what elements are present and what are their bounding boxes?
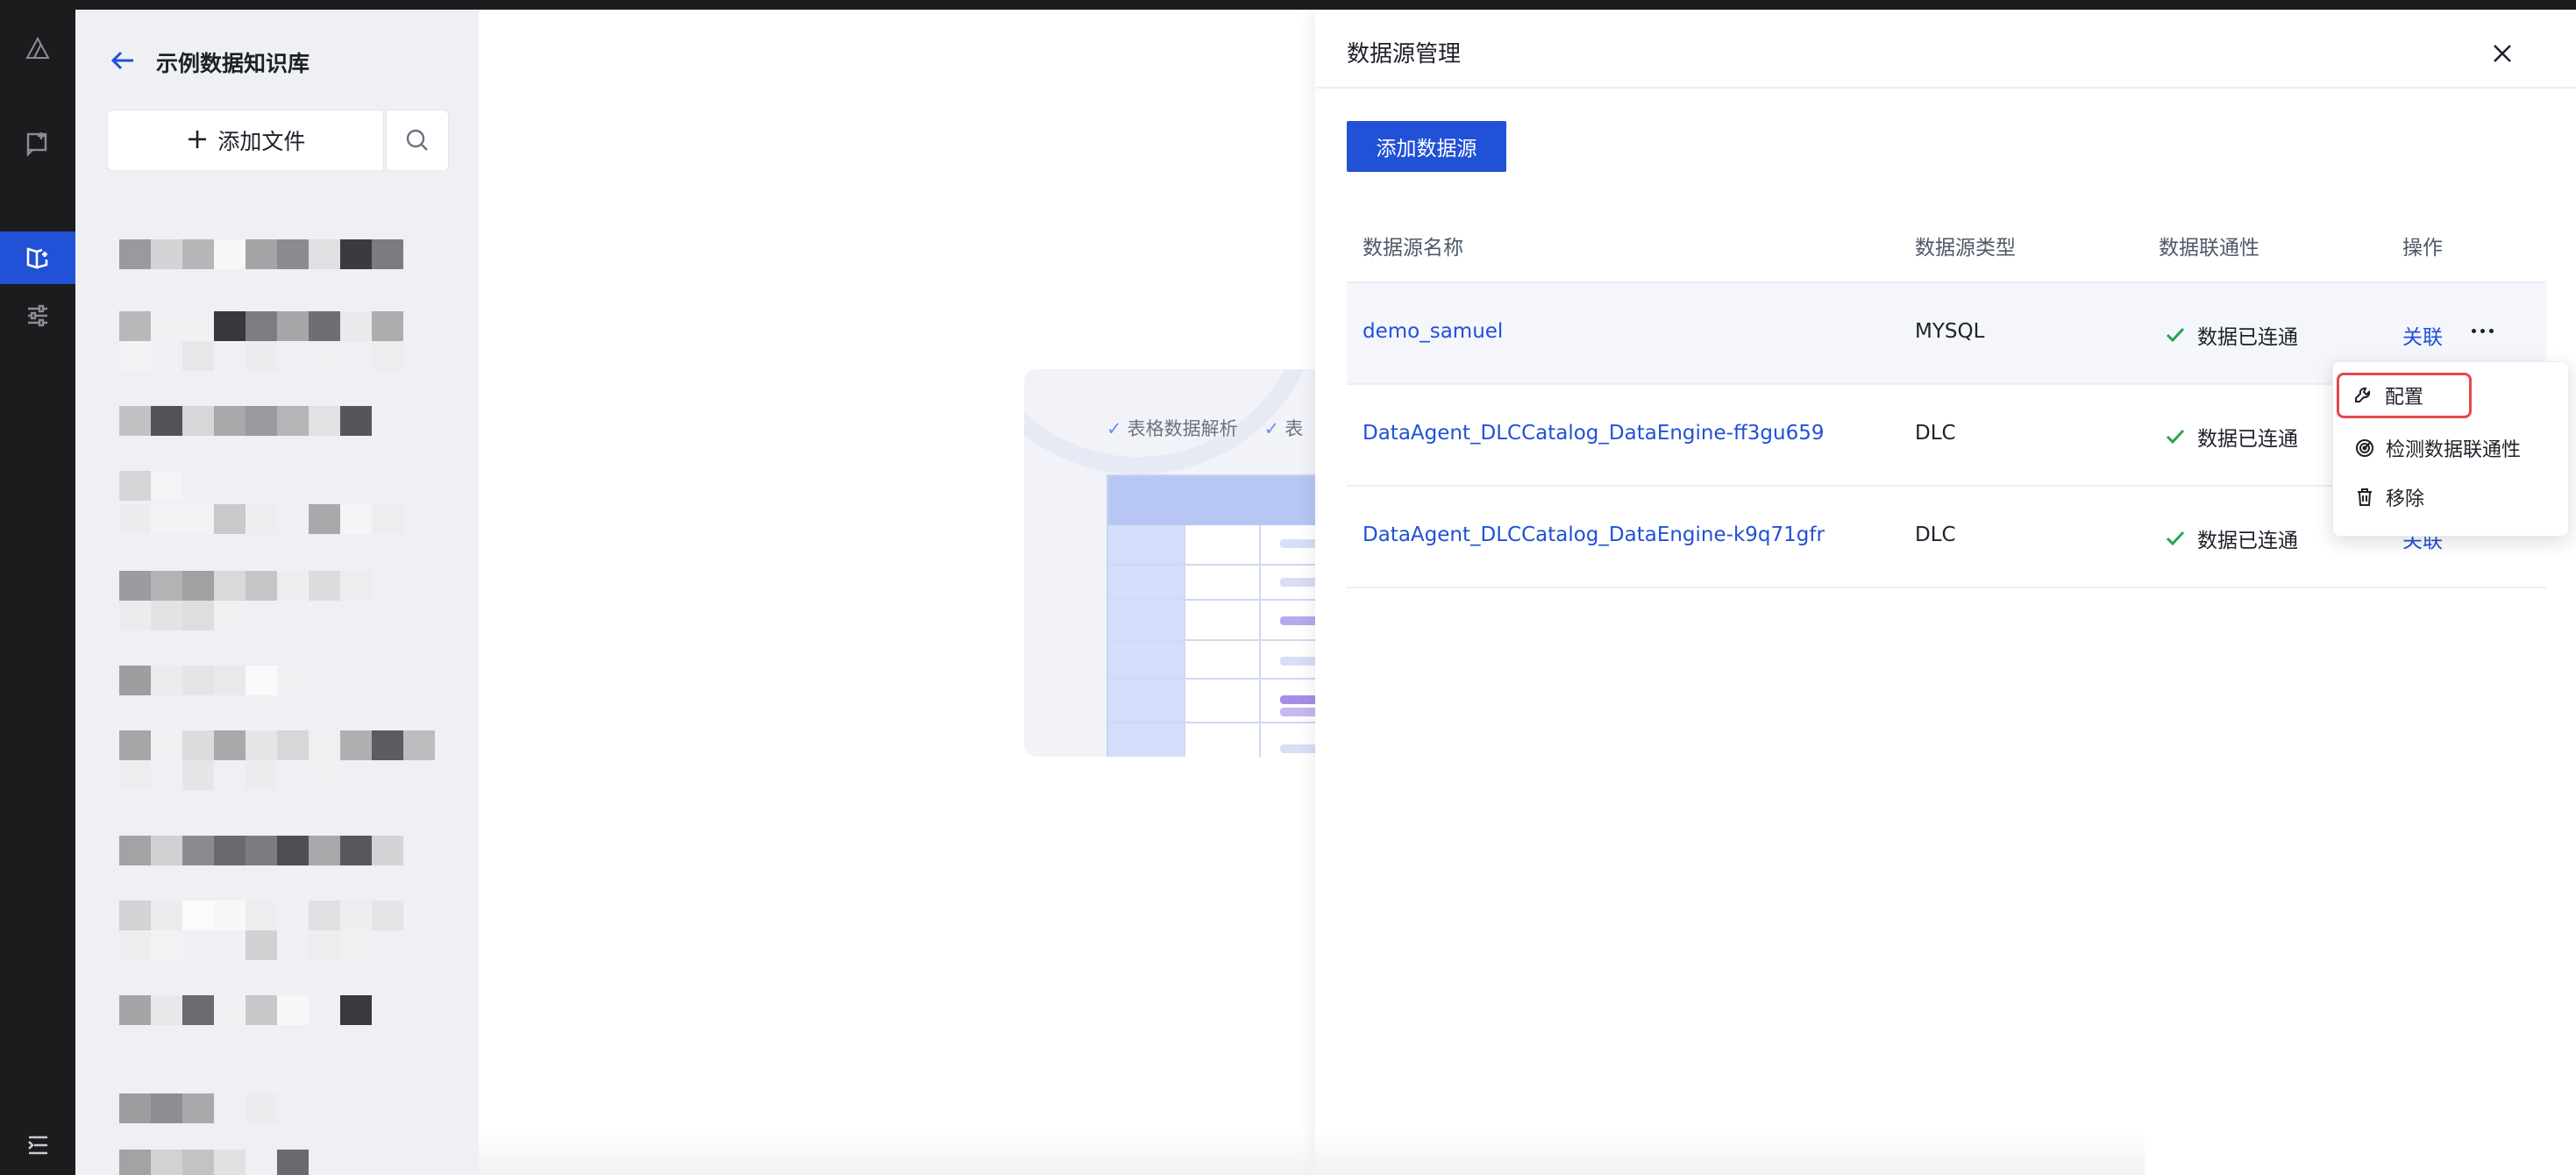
datasource-type: MYSQL: [1915, 320, 1985, 343]
preview-divider: [1108, 639, 1315, 641]
add-file-button[interactable]: + 添加文件: [107, 110, 384, 171]
preview-tag: ✓ 表格数据解析: [1107, 415, 1238, 441]
connectivity-label: 数据已连通: [2197, 428, 2298, 451]
check-icon: [2166, 531, 2185, 546]
file-list-item[interactable]: [119, 471, 487, 534]
wrench-icon: [2355, 387, 2371, 402]
close-button[interactable]: [2485, 36, 2520, 71]
app-nav-rail: [0, 0, 75, 1175]
settings-sliders-icon[interactable]: [0, 289, 75, 342]
file-list-item[interactable]: [119, 995, 487, 1053]
add-datasource-button[interactable]: 添加数据源: [1347, 121, 1506, 172]
preview-tag-label: 表格数据解析: [1127, 418, 1238, 439]
radar-icon: [2356, 439, 2373, 457]
preview-bar: [1280, 657, 1315, 666]
search-icon: [406, 129, 428, 151]
kb-title: 示例数据知识库: [156, 51, 310, 76]
file-list-item[interactable]: [119, 836, 487, 894]
preview-illustration: ✓ 表格数据解析 ✓ 表: [1024, 369, 1315, 757]
file-list-item[interactable]: [119, 1093, 487, 1175]
preview-tag-label: 表: [1284, 418, 1304, 439]
file-list-item[interactable]: [119, 311, 487, 371]
knowledge-base-icon[interactable]: [0, 231, 75, 284]
connectivity-label: 数据已连通: [2197, 530, 2298, 552]
preview-bar: [1280, 744, 1315, 753]
datasource-type: DLC: [1915, 422, 1956, 445]
drawer-title: 数据源管理: [1347, 41, 1462, 68]
check-icon: [2166, 429, 2185, 445]
preview-divider: [1108, 678, 1315, 680]
trash-icon: [2358, 488, 2372, 506]
column-header-name: 数据源名称: [1363, 237, 1463, 260]
preview-bar: [1280, 695, 1315, 704]
preview-divider: [1108, 722, 1315, 723]
menu-item-check-connectivity[interactable]: 检测数据联通性: [2337, 425, 2566, 471]
link-action[interactable]: 关联: [2402, 320, 2443, 350]
menu-item-remove[interactable]: 移除: [2337, 474, 2566, 520]
preview-tags: ✓ 表格数据解析 ✓ 表: [1107, 415, 1303, 441]
datasource-drawer: 数据源管理 添加数据源 数据源名称 数据源类型 数据联通性 操作 demo_sa…: [1315, 10, 2576, 1175]
preview-tag: ✓ 表: [1264, 415, 1304, 441]
connectivity-label: 数据已连通: [2197, 326, 2298, 349]
close-icon: [2494, 45, 2511, 62]
datasource-type: DLC: [1915, 523, 1956, 546]
kb-search-button[interactable]: [386, 110, 449, 171]
connectivity-status: 数据已连通: [2164, 320, 2298, 350]
file-list-item[interactable]: [119, 571, 487, 630]
preview-table: [1107, 474, 1315, 757]
column-header-connectivity: 数据联通性: [2159, 237, 2259, 260]
menu-item-label: 配置: [2385, 387, 2424, 409]
preview-divider: [1108, 564, 1315, 566]
menu-item-label: 移除: [2386, 488, 2425, 510]
chat-icon[interactable]: [0, 117, 75, 169]
app-logo-icon[interactable]: [0, 23, 75, 75]
connectivity-status: 数据已连通: [2164, 422, 2298, 452]
datasource-name-link[interactable]: DataAgent_DLCCatalog_DataEngine-k9q71gfr: [1363, 523, 1825, 546]
check-icon: ✓: [1107, 418, 1122, 439]
divider: [1315, 87, 2576, 89]
column-header-actions: 操作: [2402, 237, 2443, 260]
plus-icon: +: [185, 122, 210, 155]
preview-bar: [1280, 539, 1315, 548]
preview-bar: [1280, 578, 1315, 587]
connectivity-status: 数据已连通: [2164, 523, 2298, 553]
knowledge-base-sidebar: 示例数据知识库 + 添加文件: [75, 10, 479, 1175]
add-file-label: 添加文件: [217, 129, 306, 154]
more-actions-menu: 配置 检测数据联通性 移除: [2332, 361, 2569, 537]
arrow-left-icon[interactable]: [107, 45, 139, 80]
top-bar: [75, 0, 2576, 10]
datasource-name-link[interactable]: demo_samuel: [1363, 320, 1503, 343]
preview-bar: [1280, 616, 1315, 625]
bottom-shadow: [479, 1129, 2145, 1175]
file-list-item[interactable]: [119, 666, 487, 723]
expand-menu-icon[interactable]: [0, 1119, 75, 1171]
menu-item-label: 检测数据联通性: [2386, 439, 2522, 461]
check-icon: [2166, 327, 2185, 343]
kb-header: 示例数据知识库: [107, 45, 310, 80]
column-header-type: 数据源类型: [1915, 237, 2016, 260]
more-actions-button[interactable]: [2460, 313, 2504, 348]
check-icon: ✓: [1263, 418, 1280, 439]
file-list-item[interactable]: [119, 239, 487, 297]
menu-item-configure[interactable]: 配置: [2337, 373, 2472, 418]
datasource-name-link[interactable]: DataAgent_DLCCatalog_DataEngine-ff3gu659: [1363, 422, 1825, 445]
preview-table-header: [1108, 476, 1315, 525]
preview-bar: [1280, 708, 1315, 716]
preview-divider: [1108, 599, 1315, 601]
main-content: ✓ 表格数据解析 ✓ 表: [479, 10, 1315, 1175]
file-list-item[interactable]: [119, 901, 487, 960]
file-list-item[interactable]: [119, 730, 487, 790]
file-list-item[interactable]: [119, 406, 487, 464]
table-header: 数据源名称 数据源类型 数据联通性 操作: [1347, 204, 2546, 283]
